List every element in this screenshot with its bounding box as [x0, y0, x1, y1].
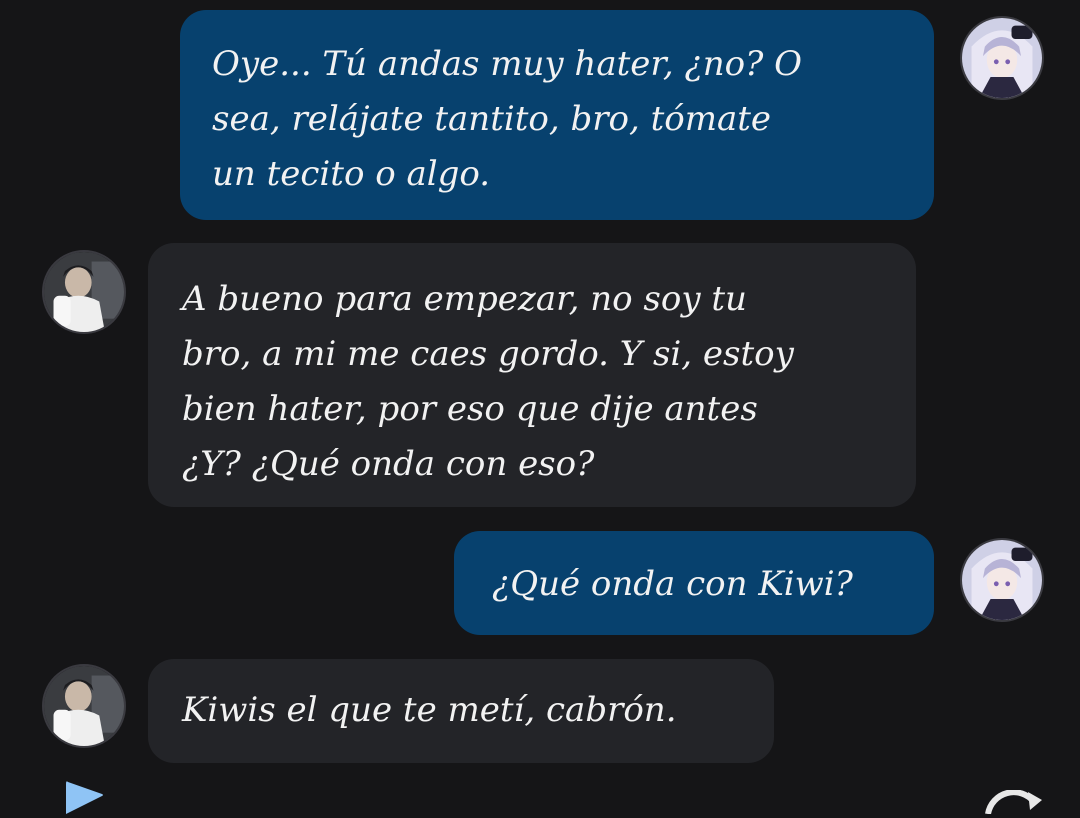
message-line: A bueno para empezar, no soy tu	[182, 279, 747, 319]
anime-avatar-icon[interactable]	[960, 16, 1044, 100]
message-bubble-outgoing[interactable]: Oye... Tú andas muy hater, ¿no? O sea, r…	[180, 10, 934, 220]
message-line: bien hater, por eso que dije antes	[182, 389, 758, 429]
user-photo-avatar-icon[interactable]	[42, 664, 126, 748]
refresh-icon[interactable]	[978, 790, 1048, 814]
message-line: ¿Qué onda con Kiwi?	[492, 564, 853, 604]
message-bubble-outgoing[interactable]: ¿Qué onda con Kiwi?	[454, 531, 934, 635]
message-line: Oye... Tú andas muy hater, ¿no? O	[212, 44, 803, 84]
message-bubble-incoming[interactable]: A bueno para empezar, no soy tu bro, a m…	[148, 243, 916, 507]
anime-avatar-icon[interactable]	[960, 538, 1044, 622]
message-line: Kiwis el que te metí, cabrón.	[182, 690, 677, 730]
message-line: sea, relájate tantito, bro, tómate	[212, 99, 772, 139]
message-bubble-incoming[interactable]: Kiwis el que te metí, cabrón.	[148, 659, 774, 763]
user-photo-avatar-icon[interactable]	[42, 250, 126, 334]
play-icon[interactable]	[64, 780, 104, 814]
message-line: un tecito o algo.	[212, 154, 491, 194]
message-line: ¿Y? ¿Qué onda con eso?	[182, 444, 595, 484]
message-line: bro, a mi me caes gordo. Y si, estoy	[182, 334, 794, 374]
